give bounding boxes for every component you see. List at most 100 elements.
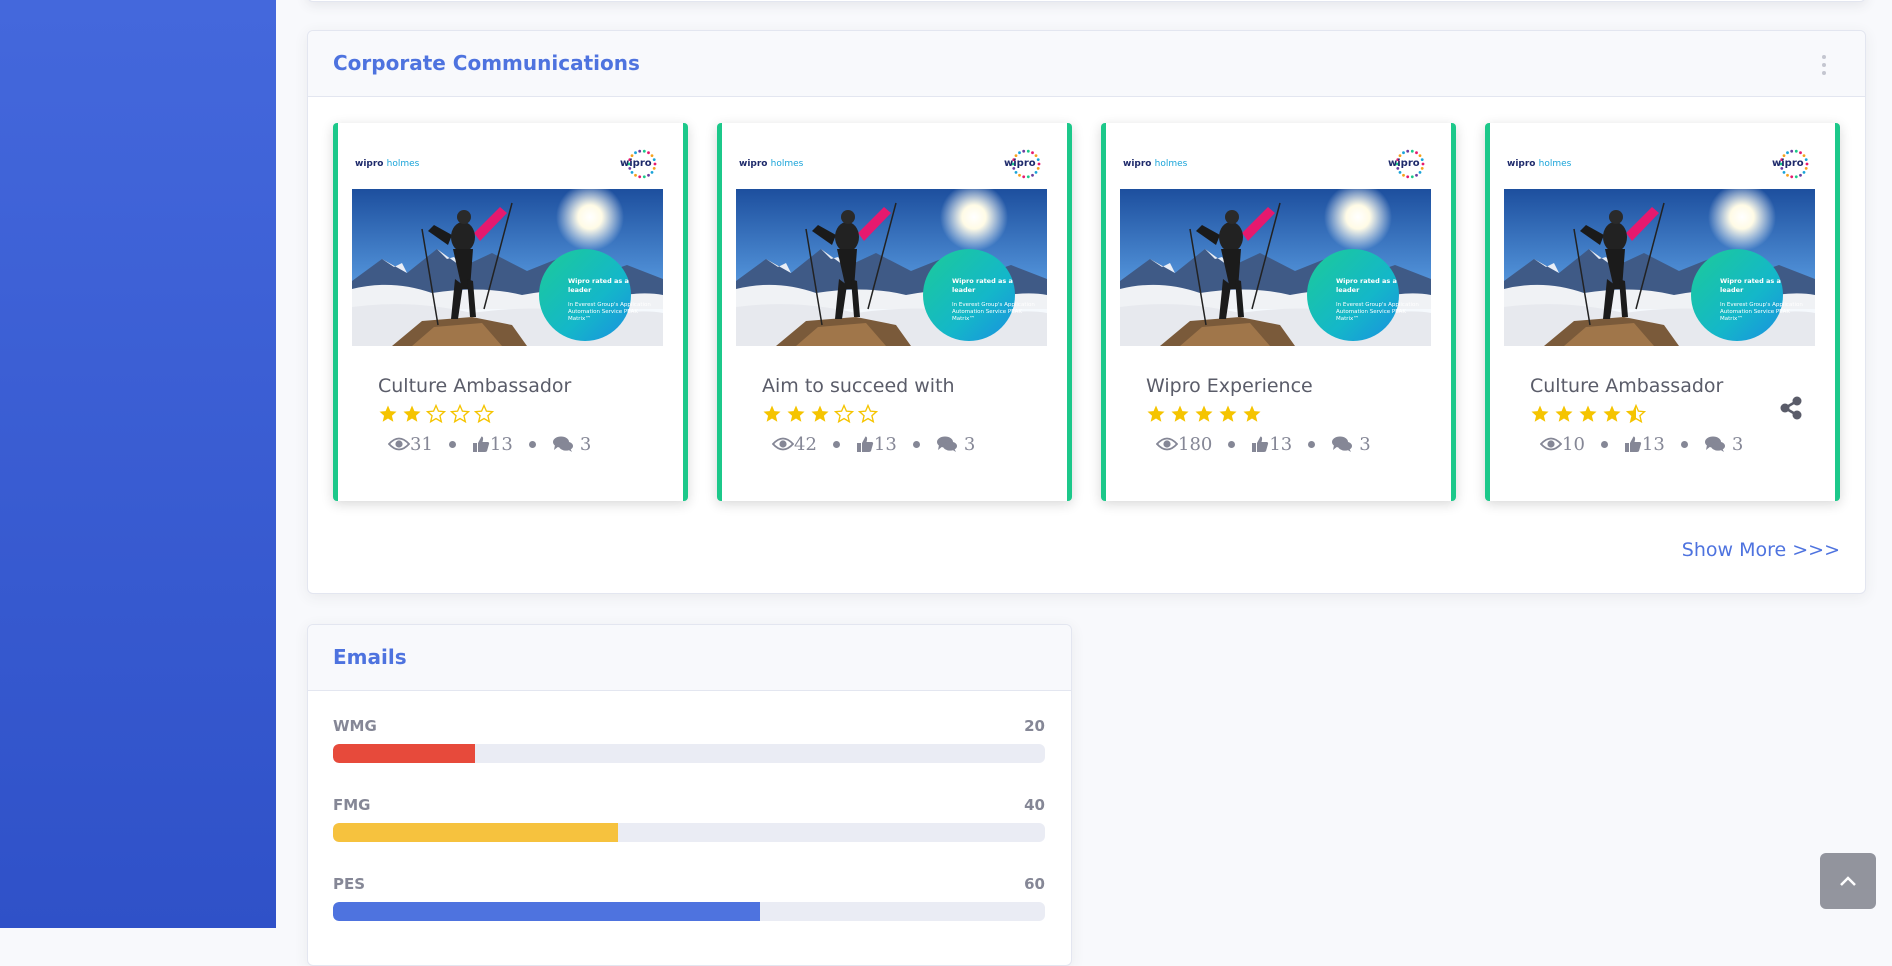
star-icon xyxy=(763,405,781,422)
wipro-holmes-logo: wipro holmes xyxy=(739,159,804,169)
star-icon xyxy=(1555,405,1573,422)
views-stat: 31 xyxy=(388,434,433,455)
wipro-holmes-logo: wipro holmes xyxy=(1123,159,1188,169)
card-image[interactable]: Wipro rated as a leader In Everest Group'… xyxy=(1120,189,1431,346)
card-image[interactable]: Wipro rated as a leader In Everest Group'… xyxy=(352,189,663,346)
card-image[interactable]: Wipro rated as a leader In Everest Group'… xyxy=(736,189,1047,346)
star-icon xyxy=(1603,405,1621,422)
likes-stat[interactable]: 13 xyxy=(1251,434,1292,455)
progress-value: 60 xyxy=(1024,875,1045,893)
views-stat: 42 xyxy=(772,434,817,455)
star-icon xyxy=(1219,405,1237,422)
separator-dot xyxy=(1308,440,1316,448)
card-logos: wipro holmes wipro xyxy=(1507,147,1818,181)
wipro-logo: wipro xyxy=(1772,147,1812,181)
star-icon xyxy=(834,404,854,424)
comments-stat[interactable]: 3 xyxy=(1331,433,1371,455)
separator-dot xyxy=(912,440,920,448)
views-stat: 180 xyxy=(1156,434,1212,455)
back-to-top-button[interactable] xyxy=(1820,853,1876,909)
eye-icon xyxy=(1540,437,1562,451)
chevron-up-icon xyxy=(1840,876,1856,886)
likes-count: 13 xyxy=(1269,433,1293,455)
comments-stat[interactable]: 3 xyxy=(552,434,591,455)
star-icon xyxy=(426,404,446,424)
emails-panel: Emails WMG 20 FMG 40 PES 60 xyxy=(307,624,1072,966)
star-icon xyxy=(1243,405,1261,422)
star-icon xyxy=(858,404,878,424)
views-count: 42 xyxy=(794,433,817,455)
content-card[interactable]: wipro holmes wipro Wipro rated as a lead… xyxy=(1101,123,1456,501)
card-image[interactable]: Wipro rated as a leader In Everest Group'… xyxy=(1504,189,1815,346)
comments-stat[interactable]: 3 xyxy=(1704,434,1743,455)
likes-stat[interactable]: 13 xyxy=(1624,434,1665,455)
share-icon[interactable] xyxy=(1778,395,1804,421)
content-card[interactable]: wipro holmes wipro Wipro rated as a lead… xyxy=(333,123,688,501)
image-badge: Wipro rated as a leader In Everest Group'… xyxy=(1336,277,1419,323)
progress-track xyxy=(333,744,1045,763)
star-icon xyxy=(1195,405,1213,422)
separator-dot xyxy=(1600,440,1608,448)
content-card[interactable]: wipro holmes wipro Wipro rated as a lead… xyxy=(717,123,1072,501)
progress-label: WMG xyxy=(333,717,377,735)
views-count: 180 xyxy=(1178,433,1213,455)
star-icon xyxy=(787,405,805,422)
progress-track xyxy=(333,823,1045,842)
card-title[interactable]: Wipro Experience xyxy=(1146,375,1313,397)
card-logos: wipro holmes wipro xyxy=(355,147,666,181)
card-stats: 31 13 3 xyxy=(388,433,591,455)
kebab-menu-icon[interactable] xyxy=(1821,55,1827,75)
likes-count: 13 xyxy=(873,433,897,455)
star-icon xyxy=(450,404,470,424)
star-icon xyxy=(1579,405,1597,422)
comments-count: 3 xyxy=(1359,433,1371,455)
email-progress-row: PES 60 xyxy=(333,875,1045,921)
email-progress-row: FMG 40 xyxy=(333,796,1045,842)
card-logos: wipro holmes wipro xyxy=(739,147,1050,181)
card-list: wipro holmes wipro Wipro rated as a lead… xyxy=(333,123,1843,507)
likes-stat[interactable]: 13 xyxy=(472,434,513,455)
star-rating xyxy=(1146,404,1262,426)
eye-icon xyxy=(772,437,794,451)
star-icon xyxy=(1531,405,1549,422)
corporate-communications-panel: Corporate Communications wipro holmes wi… xyxy=(307,30,1866,594)
thumbs-up-icon xyxy=(472,436,490,452)
comments-count: 3 xyxy=(963,433,976,455)
sidebar xyxy=(0,0,276,928)
comments-icon xyxy=(936,436,957,452)
progress-value: 20 xyxy=(1024,717,1045,735)
wipro-holmes-logo: wipro holmes xyxy=(1507,159,1572,169)
card-logos: wipro holmes wipro xyxy=(1123,147,1434,181)
separator-dot xyxy=(1228,440,1236,448)
star-icon xyxy=(1147,405,1165,422)
comments-count: 3 xyxy=(579,433,592,455)
views-count: 10 xyxy=(1562,433,1585,455)
progress-fill xyxy=(333,744,476,763)
likes-count: 13 xyxy=(489,433,513,455)
card-title[interactable]: Culture Ambassador xyxy=(378,375,571,397)
separator-dot xyxy=(448,440,456,448)
likes-stat[interactable]: 13 xyxy=(856,434,897,455)
card-title[interactable]: Culture Ambassador xyxy=(1530,375,1723,397)
wipro-logo: wipro xyxy=(1004,147,1044,181)
panel-header: Emails xyxy=(308,625,1071,691)
thumbs-up-icon xyxy=(856,436,874,452)
progress-value: 40 xyxy=(1024,796,1045,814)
image-badge: Wipro rated as a leader In Everest Group'… xyxy=(568,277,651,323)
star-icon xyxy=(403,405,421,422)
card-title[interactable]: Aim to succeed with xyxy=(762,375,955,397)
star-icon xyxy=(1171,405,1189,422)
comments-stat[interactable]: 3 xyxy=(936,434,975,455)
views-count: 31 xyxy=(410,433,433,455)
separator-dot xyxy=(528,440,536,448)
progress-track xyxy=(333,902,1045,921)
content-card[interactable]: wipro holmes wipro Wipro rated as a lead… xyxy=(1485,123,1840,501)
previous-panel xyxy=(307,0,1866,2)
wipro-logo: wipro xyxy=(1388,147,1428,181)
progress-label: PES xyxy=(333,875,366,893)
star-icon xyxy=(811,405,829,422)
wipro-holmes-logo: wipro holmes xyxy=(355,159,420,169)
show-more-link[interactable]: Show More >>> xyxy=(1682,539,1840,561)
progress-fill xyxy=(333,823,618,842)
panel-title: Emails xyxy=(333,645,407,669)
